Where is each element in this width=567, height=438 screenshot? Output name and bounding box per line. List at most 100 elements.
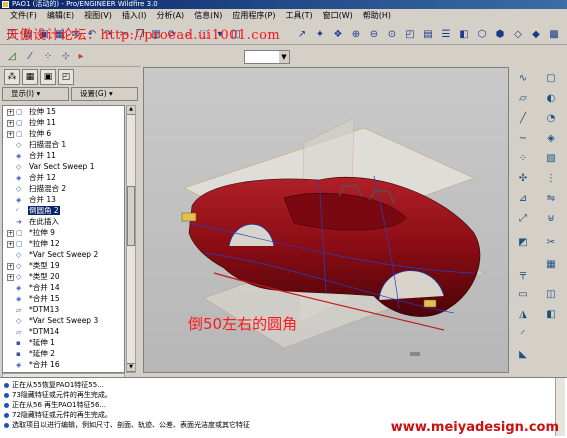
shaded-icon[interactable]: ▩ bbox=[546, 26, 562, 42]
tab-connections[interactable]: ◰ bbox=[58, 69, 74, 85]
tree-item[interactable]: ▪ *延伸 1 bbox=[3, 337, 124, 348]
menu-item[interactable]: 视图(V) bbox=[80, 9, 116, 23]
tree-item[interactable]: ◈ 合并 12 bbox=[3, 172, 124, 183]
extend-icon[interactable]: ▦ bbox=[543, 257, 559, 273]
spin-center-icon[interactable]: ✦ bbox=[312, 26, 328, 42]
repaint-icon[interactable]: ❖ bbox=[330, 26, 346, 42]
tab-model-tree[interactable]: ⁂ bbox=[4, 69, 20, 85]
hole-icon[interactable]: ╤ bbox=[515, 267, 531, 283]
chamfer-icon[interactable]: ◣ bbox=[515, 347, 531, 363]
tree-item[interactable]: ◇ Var Sect Sweep 1 bbox=[3, 161, 124, 172]
merge-icon[interactable]: ⊎ bbox=[543, 211, 559, 227]
menu-item[interactable]: 信息(N) bbox=[190, 9, 226, 23]
more-icon[interactable]: ▸ bbox=[76, 48, 86, 64]
sweep-icon[interactable]: ◔ bbox=[543, 111, 559, 127]
show-button[interactable]: 显示(I) ▾ bbox=[2, 87, 69, 101]
expand-icon[interactable]: + bbox=[7, 130, 14, 138]
tree-item[interactable]: ◇ 扫描混合 2 bbox=[3, 183, 124, 194]
menu-item[interactable]: 分析(A) bbox=[152, 9, 188, 23]
view-manager-icon[interactable]: ◧ bbox=[456, 26, 472, 42]
model-tree[interactable]: + ▢ 拉伸 15 + ▢ 拉伸 11 + ▢ 拉伸 6 ◇ 扫描混合 1 ◈ 合并 11 ◇ Var Se… bbox=[2, 105, 125, 373]
offset-icon[interactable]: ◫ bbox=[543, 287, 559, 303]
boundary-icon[interactable]: ▧ bbox=[543, 151, 559, 167]
zoom-out-icon[interactable]: ⊖ bbox=[366, 26, 382, 42]
tree-item[interactable]: ◇ *Var Sect Sweep 3 bbox=[3, 315, 124, 326]
refit-icon[interactable]: ⊙ bbox=[384, 26, 400, 42]
wireframe-icon[interactable]: ⬡ bbox=[474, 26, 490, 42]
menu-item[interactable]: 帮助(H) bbox=[359, 9, 395, 23]
shell-icon[interactable]: ▭ bbox=[515, 287, 531, 303]
layers-icon[interactable]: ☰ bbox=[438, 26, 454, 42]
tree-item[interactable]: + ◇ *类型 20 bbox=[3, 271, 124, 282]
tree-item[interactable]: ▱ *DTM13 bbox=[3, 304, 124, 315]
pattern-icon[interactable]: ⋮ bbox=[543, 171, 559, 187]
extrude-icon[interactable]: ▢ bbox=[543, 71, 559, 87]
datum-point-icon[interactable]: ⁘ bbox=[40, 48, 56, 64]
point-icon[interactable]: ⁘ bbox=[515, 151, 531, 167]
orient-icon[interactable]: ↗ bbox=[294, 26, 310, 42]
menu-item[interactable]: 插入(I) bbox=[118, 9, 151, 23]
tree-item[interactable]: ◈ *合并 14 bbox=[3, 282, 124, 293]
tree-item[interactable]: + ▢ 拉伸 15 bbox=[3, 106, 124, 117]
tree-item[interactable]: ◈ 合并 13 bbox=[3, 194, 124, 205]
sketch-icon[interactable]: ∿ bbox=[515, 71, 531, 87]
expand-icon[interactable]: + bbox=[7, 273, 14, 281]
filter-dropdown[interactable]: ▼ bbox=[244, 50, 290, 64]
rib-icon[interactable]: ◮ bbox=[515, 307, 531, 323]
menu-item[interactable]: 窗口(W) bbox=[319, 9, 357, 23]
tree-item[interactable]: + ▢ 拉伸 6 bbox=[3, 128, 124, 139]
analysis-icon[interactable]: ⊿ bbox=[515, 191, 531, 207]
menu-item[interactable]: 工具(T) bbox=[282, 9, 317, 23]
tree-item[interactable]: + ◇ *类型 19 bbox=[3, 260, 124, 271]
tree-item[interactable]: ▪ *延伸 2 bbox=[3, 348, 124, 359]
csys-icon[interactable]: ✣ bbox=[515, 171, 531, 187]
plane-offset-icon[interactable]: ◩ bbox=[515, 235, 531, 251]
reorient-icon[interactable]: ◰ bbox=[402, 26, 418, 42]
expand-icon[interactable]: + bbox=[7, 119, 14, 127]
chevron-down-icon[interactable]: ▼ bbox=[279, 51, 289, 63]
datum-plane-icon[interactable]: ◿ bbox=[4, 48, 20, 64]
axis-icon[interactable]: ╱ bbox=[515, 111, 531, 127]
settings-button[interactable]: 设置(G) ▾ bbox=[71, 87, 138, 101]
expand-icon[interactable]: + bbox=[7, 108, 14, 116]
tree-item[interactable]: ◈ *合并 15 bbox=[3, 293, 124, 304]
scroll-thumb[interactable] bbox=[127, 186, 135, 246]
shading-icon[interactable]: ◆ bbox=[528, 26, 544, 42]
tree-item[interactable]: + ▢ *拉伸 12 bbox=[3, 238, 124, 249]
tree-item[interactable]: ◇ 扫描混合 1 bbox=[3, 139, 124, 150]
zoom-in-icon[interactable]: ⊕ bbox=[348, 26, 364, 42]
tree-vertical-scrollbar[interactable]: ▲ ▼ bbox=[126, 105, 136, 373]
scroll-down-icon[interactable]: ▼ bbox=[127, 363, 135, 372]
tab-favorites[interactable]: ▣ bbox=[40, 69, 56, 85]
expand-icon[interactable]: + bbox=[7, 229, 14, 237]
menu-item[interactable]: 编辑(E) bbox=[43, 9, 78, 23]
curve-icon[interactable]: ∼ bbox=[515, 131, 531, 147]
tree-item[interactable]: ◇ *Var Sect Sweep 2 bbox=[3, 249, 124, 260]
saved-views-icon[interactable]: ▤ bbox=[420, 26, 436, 42]
scroll-up-icon[interactable]: ▲ bbox=[127, 106, 135, 115]
coordinate-system-icon[interactable]: ⊹ bbox=[58, 48, 74, 64]
expand-icon[interactable]: + bbox=[7, 262, 14, 270]
no-hidden-icon[interactable]: ◇ bbox=[510, 26, 526, 42]
menu-item[interactable]: 文件(F) bbox=[6, 9, 41, 23]
thicken-icon[interactable]: ◧ bbox=[543, 307, 559, 323]
tree-item[interactable]: ◈ 合并 11 bbox=[3, 150, 124, 161]
datum-axis-icon[interactable]: ⁄ bbox=[22, 48, 38, 64]
round-icon[interactable]: ◜ bbox=[515, 327, 531, 343]
trim-icon[interactable]: ✂ bbox=[543, 235, 559, 251]
hidden-line-icon[interactable]: ⬢ bbox=[492, 26, 508, 42]
tree-item[interactable]: ◈ *合并 16 bbox=[3, 359, 124, 370]
menu-item[interactable]: 应用程序(P) bbox=[228, 9, 279, 23]
tab-folder[interactable]: ▦ bbox=[22, 69, 38, 85]
blend-icon[interactable]: ◈ bbox=[543, 131, 559, 147]
measure-icon[interactable]: ⤢ bbox=[515, 211, 531, 227]
mirror-icon[interactable]: ⇋ bbox=[543, 191, 559, 207]
tree-item[interactable]: + ▢ *拉伸 9 bbox=[3, 227, 124, 238]
tree-item[interactable]: ➔ 在此插入 bbox=[3, 216, 124, 227]
tree-item[interactable]: ▱ *DTM14 bbox=[3, 326, 124, 337]
expand-icon[interactable]: + bbox=[7, 240, 14, 248]
plane-icon[interactable]: ▱ bbox=[515, 91, 531, 107]
tree-item[interactable]: ◜ 倒圆角 2 bbox=[3, 205, 124, 216]
tree-item[interactable]: + ▢ 拉伸 11 bbox=[3, 117, 124, 128]
revolve-icon[interactable]: ◐ bbox=[543, 91, 559, 107]
